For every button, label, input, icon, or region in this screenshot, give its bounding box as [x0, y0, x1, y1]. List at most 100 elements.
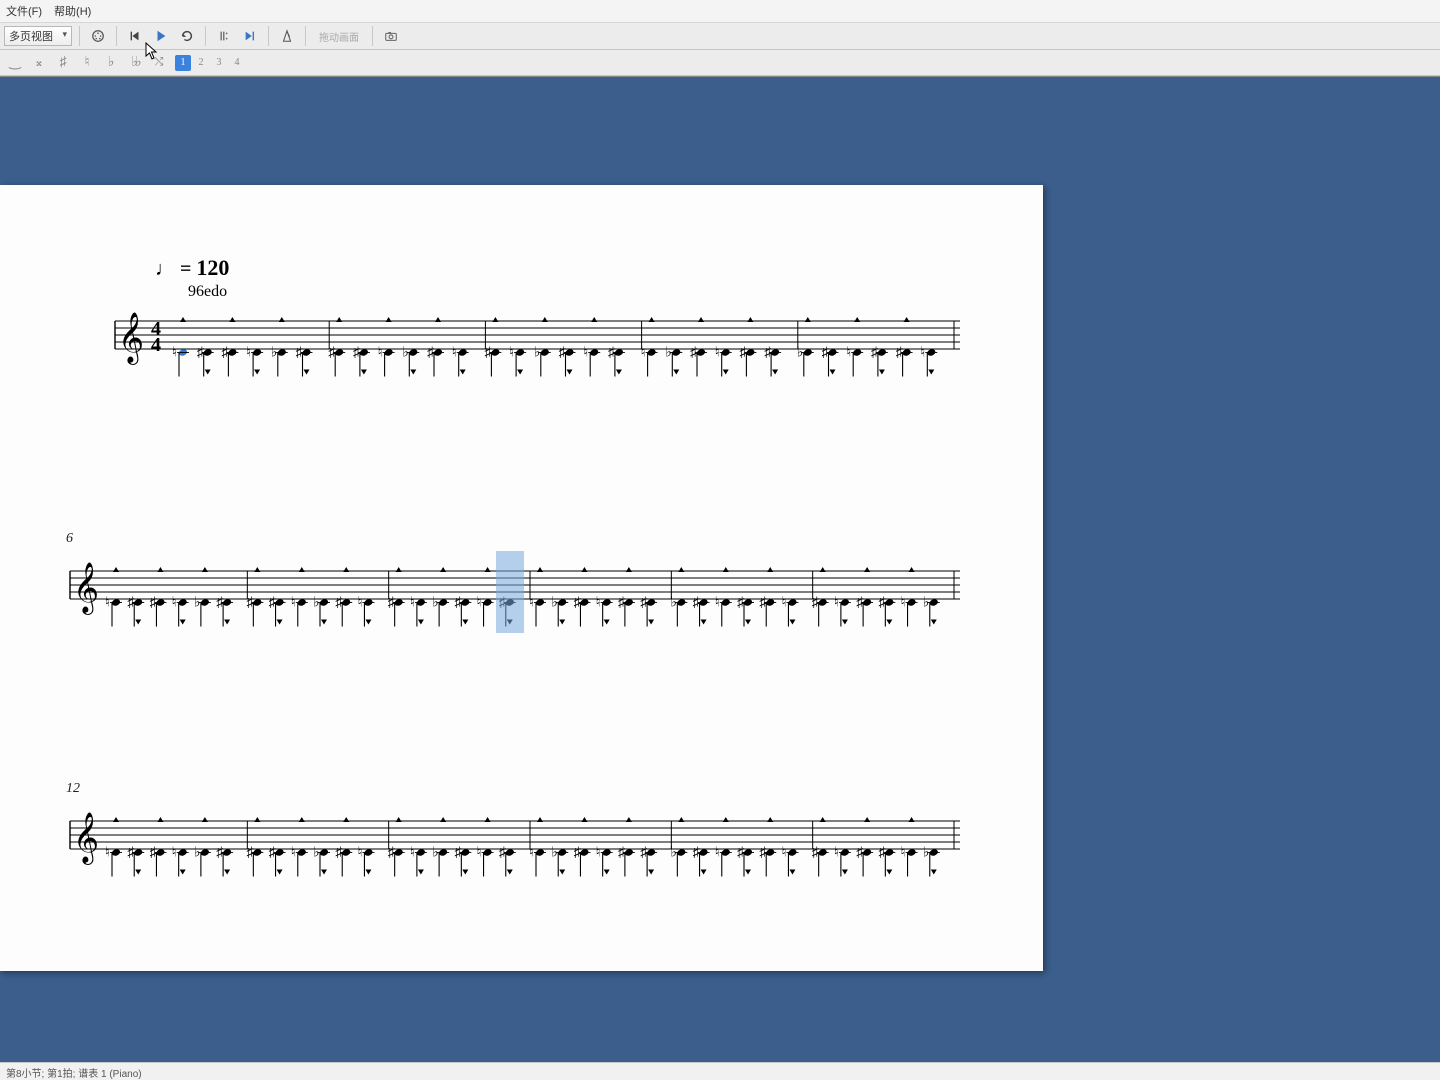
svg-text:♮: ♮: [846, 346, 851, 361]
svg-text:♭: ♭: [534, 346, 541, 361]
svg-text:♮: ♮: [715, 596, 720, 611]
midi-button[interactable]: [87, 25, 109, 47]
svg-text:♭: ♭: [194, 846, 201, 861]
svg-text:♭: ♭: [271, 346, 278, 361]
svg-text:♮: ♮: [715, 846, 720, 861]
svg-text:♮: ♮: [834, 846, 839, 861]
svg-text:♮: ♮: [781, 846, 786, 861]
svg-text:♮: ♮: [834, 596, 839, 611]
separator: [79, 26, 80, 46]
natural-icon[interactable]: ♮: [78, 54, 96, 71]
double-sharp-icon[interactable]: 𝄪: [30, 55, 48, 70]
menu-bar: 文件(F) 帮助(H): [0, 0, 1440, 22]
play-button[interactable]: [150, 25, 172, 47]
svg-text:♮: ♮: [172, 846, 177, 861]
tie-icon[interactable]: ‿: [6, 54, 24, 71]
play-to-end-button[interactable]: [239, 25, 261, 47]
svg-text:♮: ♮: [410, 596, 415, 611]
svg-text:♭: ♭: [551, 846, 558, 861]
svg-text:♭: ♭: [432, 846, 439, 861]
svg-text:♮: ♮: [378, 346, 383, 361]
svg-text:♭: ♭: [923, 596, 930, 611]
status-text: 第8小节; 第1拍; 谱表 1 (Piano): [6, 1069, 142, 1080]
svg-text:♮: ♮: [641, 346, 646, 361]
svg-text:♮: ♮: [357, 596, 362, 611]
svg-text:♮: ♮: [596, 596, 601, 611]
separator: [268, 26, 269, 46]
staff: 𝄞♮♯♯♮♭♯♯♯♮♭♯♮♯♮♭♯♮♯♮♭♯♮♯♯♭♯♮♯♯♮♯♮♯♯♮♭: [60, 551, 960, 641]
svg-text:♮: ♮: [901, 596, 906, 611]
svg-text:♮: ♮: [105, 846, 110, 861]
flip-icon[interactable]: ⤭: [150, 56, 168, 69]
note-toolbar: ‿ 𝄪 ♯ ♮ ♭ ♭♭ ⤭ 1 2 3 4: [0, 50, 1440, 76]
score-page: ♩ = 120 96edo 𝄞4 4♮♯♯♮♭♯♯♯♮♭♯♮♯♮♭♯♮♯♮♭♯♮…: [0, 185, 1043, 971]
staff: 𝄞4 4♮♯♯♮♭♯♯♯♮♭♯♮♯♮♭♯♮♯♮♭♯♮♯♯♭♯♮♯♯♮: [60, 301, 960, 391]
sharp-icon[interactable]: ♯: [54, 55, 72, 71]
capture-button[interactable]: [380, 25, 402, 47]
workspace-dropdown[interactable]: 多页视图: [4, 26, 72, 46]
svg-text:♮: ♮: [901, 846, 906, 861]
rewind-button[interactable]: [124, 25, 146, 47]
svg-text:♮: ♮: [410, 846, 415, 861]
svg-text:𝄞: 𝄞: [73, 813, 99, 865]
svg-text:♮: ♮: [509, 346, 514, 361]
staff-system[interactable]: 6𝄞♮♯♯♮♭♯♯♯♮♭♯♮♯♮♭♯♮♯♮♭♯♮♯♯♭♯♮♯♯♮♯♮♯♯♮♭: [60, 551, 983, 641]
score-subtitle[interactable]: 96edo: [188, 283, 983, 301]
repeat-button[interactable]: [213, 25, 235, 47]
svg-text:♭: ♭: [313, 846, 320, 861]
svg-text:♮: ♮: [105, 596, 110, 611]
tempo-value: 120: [196, 255, 229, 280]
menu-item-help[interactable]: 帮助(H): [54, 3, 91, 19]
separator: [116, 26, 117, 46]
voice-3[interactable]: 3: [211, 55, 227, 71]
status-bar: 第8小节; 第1拍; 谱表 1 (Piano): [0, 1062, 1440, 1080]
svg-text:♮: ♮: [172, 596, 177, 611]
measure-number: 12: [66, 781, 80, 797]
voice-2[interactable]: 2: [193, 55, 209, 71]
main-toolbar: 多页视图 拖动画面: [0, 22, 1440, 50]
voice-selector: 1 2 3 4: [174, 55, 246, 71]
svg-text:♮: ♮: [291, 596, 296, 611]
flat-icon[interactable]: ♭: [102, 54, 120, 71]
svg-text:♮: ♮: [529, 596, 534, 611]
svg-text:♮: ♮: [529, 846, 534, 861]
svg-text:♮: ♮: [781, 596, 786, 611]
svg-text:♮: ♮: [172, 346, 177, 361]
tempo-marking[interactable]: ♩ = 120: [155, 255, 983, 281]
voice-4[interactable]: 4: [229, 55, 245, 71]
svg-text:♮: ♮: [583, 346, 588, 361]
separator: [372, 26, 373, 46]
pan-button[interactable]: 拖动画面: [313, 25, 365, 47]
double-flat-icon[interactable]: ♭♭: [126, 54, 144, 71]
svg-text:♭: ♭: [313, 596, 320, 611]
svg-text:𝄞: 𝄞: [118, 313, 144, 365]
svg-text:♭: ♭: [194, 596, 201, 611]
svg-text:♭: ♭: [402, 346, 409, 361]
svg-text:♭: ♭: [551, 596, 558, 611]
svg-text:♮: ♮: [920, 346, 925, 361]
svg-text:♮: ♮: [291, 846, 296, 861]
score-canvas[interactable]: ♩ = 120 96edo 𝄞4 4♮♯♯♮♭♯♯♯♮♭♯♮♯♮♭♯♮♯♮♭♯♮…: [0, 76, 1440, 1062]
svg-text:♮: ♮: [477, 596, 482, 611]
separator: [205, 26, 206, 46]
menu-item-file[interactable]: 文件(F): [6, 3, 42, 19]
svg-text:♮: ♮: [596, 846, 601, 861]
svg-text:♭: ♭: [665, 346, 672, 361]
svg-text:4: 4: [151, 334, 161, 356]
staff-system[interactable]: 𝄞4 4♮♯♯♮♭♯♯♯♮♭♯♮♯♮♭♯♮♯♮♭♯♮♯♯♭♯♮♯♯♮: [60, 301, 983, 391]
svg-text:♮: ♮: [246, 346, 251, 361]
svg-text:♭: ♭: [432, 596, 439, 611]
separator: [305, 26, 306, 46]
measure-number: 6: [66, 531, 73, 547]
staff: 𝄞♮♯♯♮♭♯♯♯♮♭♯♮♯♮♭♯♮♯♮♭♯♮♯♯♭♯♮♯♯♮♯♮♯♯♮♭: [60, 801, 960, 891]
svg-text:♭: ♭: [923, 846, 930, 861]
metronome-button[interactable]: [276, 25, 298, 47]
quarter-note-icon: ♩ =: [155, 258, 196, 280]
svg-text:♮: ♮: [715, 346, 720, 361]
svg-text:♮: ♮: [452, 346, 457, 361]
loop-button[interactable]: [176, 25, 198, 47]
staff-system[interactable]: 12𝄞♮♯♯♮♭♯♯♯♮♭♯♮♯♮♭♯♮♯♮♭♯♮♯♯♭♯♮♯♯♮♯♮♯♯♮♭: [60, 801, 983, 891]
svg-text:♭: ♭: [797, 346, 804, 361]
voice-1[interactable]: 1: [175, 55, 191, 71]
svg-text:𝄞: 𝄞: [73, 563, 99, 615]
